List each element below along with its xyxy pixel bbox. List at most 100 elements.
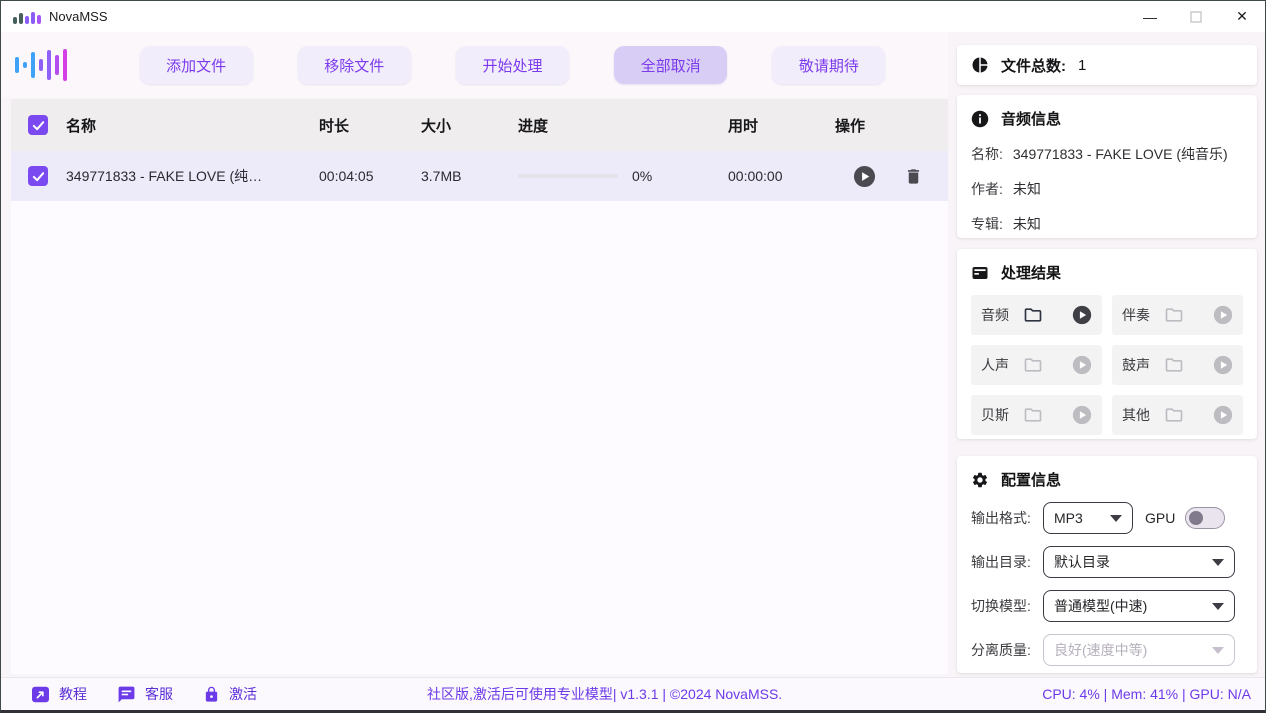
- open-folder-button[interactable]: [1164, 355, 1184, 375]
- cell-progress: 0%: [518, 168, 728, 184]
- close-button[interactable]: ✕: [1219, 1, 1265, 32]
- folder-icon: [1164, 405, 1184, 425]
- info-line-album: 专辑: 未知: [971, 214, 1243, 234]
- table-header: 名称 时长 大小 进度 用时 操作: [11, 99, 948, 151]
- maximize-button[interactable]: [1173, 1, 1219, 32]
- result-label: 鼓声: [1122, 355, 1150, 375]
- support-link[interactable]: 客服: [117, 684, 173, 704]
- config-card: 配置信息 输出格式: MP3 GPU 输出目录: 默认目录: [957, 456, 1257, 673]
- play-result-button[interactable]: [1072, 405, 1092, 425]
- output-dir-row: 输出目录: 默认目录: [971, 546, 1243, 578]
- card-list-icon: [971, 264, 989, 282]
- play-result-button[interactable]: [1213, 355, 1233, 375]
- play-icon: [1213, 305, 1233, 325]
- table-row[interactable]: 349771833 - FAKE LOVE (纯… 00:04:05 3.7MB…: [11, 151, 948, 201]
- open-folder-button[interactable]: [1023, 305, 1043, 325]
- quality-row: 分离质量: 良好(速度中等): [971, 634, 1243, 666]
- gear-icon: [971, 471, 989, 489]
- folder-icon: [1023, 405, 1043, 425]
- cell-size: 3.7MB: [421, 168, 518, 184]
- col-header-duration: 时长: [319, 115, 421, 136]
- cell-duration: 00:04:05: [319, 168, 421, 184]
- play-result-button[interactable]: [1213, 305, 1233, 325]
- delete-button[interactable]: [904, 167, 923, 186]
- open-folder-button[interactable]: [1164, 305, 1184, 325]
- row-checkbox[interactable]: [28, 166, 48, 186]
- model-label: 切换模型:: [971, 596, 1043, 616]
- info-label: 专辑:: [971, 214, 1003, 234]
- waveform-logo-icon: [15, 45, 67, 85]
- pie-chart-icon: [971, 56, 989, 74]
- cell-file-name: 349771833 - FAKE LOVE (纯…: [66, 166, 319, 186]
- audio-info-title: 音频信息: [1001, 108, 1061, 129]
- check-icon: [32, 119, 45, 132]
- result-label: 音频: [981, 305, 1009, 325]
- quality-select: 良好(速度中等): [1043, 634, 1235, 666]
- play-result-button[interactable]: [1072, 305, 1092, 325]
- col-header-time: 用时: [728, 115, 835, 136]
- title-bar: NovaMSS — ✕: [1, 1, 1265, 32]
- play-button[interactable]: [853, 165, 876, 188]
- tutorial-link[interactable]: 教程: [31, 684, 87, 704]
- model-row: 切换模型: 普通模型(中速): [971, 590, 1243, 622]
- file-total-label: 文件总数:: [1001, 55, 1066, 76]
- window-controls: — ✕: [1127, 1, 1265, 32]
- activate-link[interactable]: 激活: [203, 684, 257, 704]
- cancel-all-button[interactable]: 全部取消: [614, 46, 727, 84]
- coming-soon-button[interactable]: 敬请期待: [772, 46, 885, 84]
- open-folder-button[interactable]: [1023, 405, 1043, 425]
- info-line-name: 名称: 349771833 - FAKE LOVE (纯音乐): [971, 144, 1243, 164]
- maximize-icon: [1190, 11, 1202, 23]
- result-label: 伴奏: [1122, 305, 1150, 325]
- gpu-toggle[interactable]: [1185, 507, 1225, 529]
- open-folder-button[interactable]: [1164, 405, 1184, 425]
- chevron-down-icon: [1212, 603, 1224, 610]
- info-value: 未知: [1013, 214, 1041, 234]
- select-all-checkbox[interactable]: [28, 115, 48, 135]
- version-info: 社区版,激活后可使用专业模型| v1.3.1 | ©2024 NovaMSS.: [427, 684, 782, 704]
- folder-icon: [1164, 305, 1184, 325]
- chevron-down-icon: [1212, 559, 1224, 566]
- result-item-audio: 音频: [971, 295, 1102, 335]
- output-format-value: MP3: [1054, 510, 1083, 526]
- activate-label: 激活: [229, 684, 257, 704]
- app-window: NovaMSS — ✕ 添加文件 移除文件 开始处理 全部取消 敬请期待 名称: [0, 0, 1266, 713]
- folder-icon: [1023, 355, 1043, 375]
- play-icon: [1072, 355, 1092, 375]
- output-dir-value: 默认目录: [1054, 552, 1110, 572]
- start-processing-button[interactable]: 开始处理: [456, 46, 569, 84]
- progress-percent-label: 0%: [632, 168, 652, 184]
- app-logo-icon: [13, 10, 41, 24]
- col-header-actions: 操作: [835, 115, 948, 136]
- col-header-size: 大小: [421, 115, 518, 136]
- folder-icon: [1164, 355, 1184, 375]
- model-value: 普通模型(中速): [1054, 596, 1147, 616]
- progress-bar: [518, 174, 618, 178]
- audio-info-card: 音频信息 名称: 349771833 - FAKE LOVE (纯音乐) 作者:…: [957, 95, 1257, 238]
- audio-info-title-row: 音频信息: [971, 108, 1243, 129]
- model-select[interactable]: 普通模型(中速): [1043, 590, 1235, 622]
- result-item-bass: 贝斯: [971, 395, 1102, 435]
- play-result-button[interactable]: [1213, 405, 1233, 425]
- output-format-select[interactable]: MP3: [1043, 502, 1133, 534]
- toolbar-buttons: 添加文件 移除文件 开始处理 全部取消 敬请期待: [67, 46, 948, 84]
- open-folder-button[interactable]: [1023, 355, 1043, 375]
- play-icon: [1213, 355, 1233, 375]
- remove-files-button[interactable]: 移除文件: [298, 46, 411, 84]
- output-format-label: 输出格式:: [971, 508, 1043, 528]
- play-result-button[interactable]: [1072, 355, 1092, 375]
- result-label: 人声: [981, 355, 1009, 375]
- play-icon: [1072, 405, 1092, 425]
- output-dir-label: 输出目录:: [971, 552, 1043, 572]
- folder-icon: [1023, 305, 1043, 325]
- add-files-button[interactable]: 添加文件: [140, 46, 253, 84]
- cell-actions: [835, 165, 948, 188]
- app-title: NovaMSS: [49, 9, 108, 24]
- quality-value: 良好(速度中等): [1054, 640, 1147, 660]
- output-dir-select[interactable]: 默认目录: [1043, 546, 1235, 578]
- toggle-knob: [1189, 511, 1203, 525]
- info-value: 349771833 - FAKE LOVE (纯音乐): [1013, 144, 1228, 164]
- minimize-button[interactable]: —: [1127, 1, 1173, 32]
- sidebar: 文件总数: 1 音频信息 名称: 349771833 - FAKE LOVE (…: [957, 45, 1257, 673]
- check-icon: [32, 170, 45, 183]
